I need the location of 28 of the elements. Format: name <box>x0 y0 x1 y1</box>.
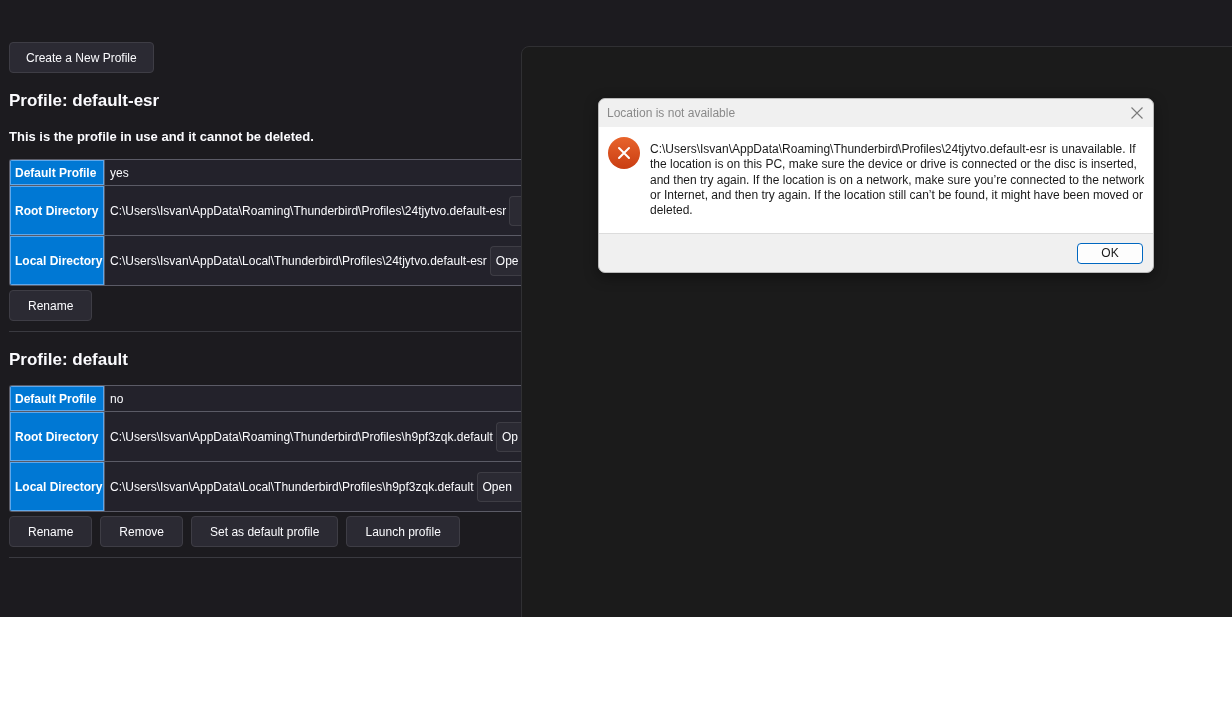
open-button[interactable]: Op <box>495 421 521 452</box>
row-label: Root Directory <box>10 185 104 235</box>
create-profile-button[interactable]: Create a New Profile <box>9 42 154 73</box>
profile-action-button[interactable]: Launch profile <box>346 516 460 547</box>
profile-heading: Profile: default-esr <box>9 90 161 112</box>
profile-heading: Profile: default <box>9 349 129 371</box>
profile-note: This is the profile in use and it cannot be deleted. <box>9 128 315 145</box>
dialog-title: Location is not available <box>607 106 737 120</box>
directory-path: C:\Users\Isvan\AppData\Local\Thunderbird\Profiles\24tjytvo.default-esr <box>110 253 487 268</box>
directory-path: C:\Users\Isvan\AppData\Local\Thunderbird\Profiles\h9pf3zqk.default <box>110 479 474 494</box>
directory-path: C:\Users\Isvan\AppData\Roaming\Thunderbird\Profiles\24tjytvo.default-esr <box>110 203 507 218</box>
open-button[interactable]: Ope <box>489 245 521 276</box>
row-label: Default Profile <box>10 386 104 411</box>
open-button[interactable]: Open <box>476 471 521 502</box>
ok-button[interactable]: OK <box>1077 242 1143 264</box>
profile-action-button[interactable]: Set as default profile <box>191 516 339 547</box>
row-label: Local Directory <box>10 461 104 511</box>
row-label: Default Profile <box>10 160 104 185</box>
profile-action-button[interactable]: Rename <box>9 516 93 547</box>
profile-action-button[interactable]: Remove <box>100 516 184 547</box>
row-label: Local Directory <box>10 235 104 285</box>
row-label: Root Directory <box>10 411 104 461</box>
error-icon <box>608 137 640 169</box>
profile-action-button[interactable]: Rename <box>9 290 93 321</box>
close-button[interactable] <box>1131 107 1143 119</box>
directory-path: C:\Users\Isvan\AppData\Roaming\Thunderbird\Profiles\h9pf3zqk.default <box>110 429 493 444</box>
dialog-message: C:\Users\Isvan\AppData\Roaming\Thunderbird\Profiles\24tjytvo.default-esr is unavailable. If the location is on this PC, make sure the device or drive is connected or the disc is inserted, and then try again. If the location is on a network, make sure you’re connected to the network or Internet, and then try again. If the location still can’t be found, it might have been moved or deleted. <box>650 142 1145 219</box>
close-icon <box>1131 107 1143 119</box>
